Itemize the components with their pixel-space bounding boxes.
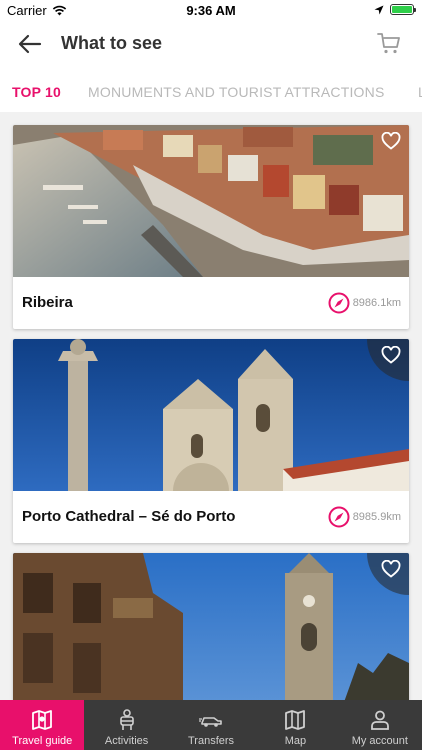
back-arrow-icon [18,34,42,54]
distance-label: 8986.1km [352,297,401,309]
attraction-card-porto-cathedral[interactable]: Porto Cathedral – Sé do Porto 8985.9km [13,339,409,543]
header: What to see [0,22,422,66]
tab-next-partial[interactable]: L [418,84,422,100]
cart-icon [377,33,400,54]
card-image [13,125,409,277]
ribeira-photo [13,125,409,277]
battery-icon [390,4,416,15]
cart-button[interactable] [376,30,404,58]
nav-my-account[interactable]: My account [338,700,422,750]
compass-icon [328,292,350,314]
card-image [13,339,409,491]
nav-label: Transfers [187,735,235,747]
map-guide-icon [32,710,53,730]
location-arrow-icon [374,5,384,14]
card-image [13,553,409,700]
activities-icon [119,709,134,730]
car-icon [199,717,222,727]
card-body: Porto Cathedral – Sé do Porto 8985.9km [13,491,409,543]
nav-label: Travel guide [12,735,73,747]
page-title: What to see [61,33,163,53]
nav-travel-guide[interactable]: Travel guide [0,700,85,750]
attraction-title: Porto Cathedral – Sé do Porto [22,508,236,525]
attraction-card-ribeira[interactable]: Ribeira 8986.1km [13,125,409,329]
attraction-title: Ribeira [22,294,73,311]
heart-icon [381,346,401,364]
status-bar: Carrier 9:36 AM [0,0,422,22]
nav-activities[interactable]: Activities [84,700,168,750]
nav-label: Map [284,735,307,747]
tab-monuments[interactable]: MONUMENTS AND TOURIST ATTRACTIONS [88,84,384,100]
nav-transfers[interactable]: Transfers [169,700,253,750]
nav-map[interactable]: Map [253,700,337,750]
tab-top-10[interactable]: TOP 10 [12,84,61,100]
nav-label: Activities [104,735,149,747]
map-icon [285,710,306,730]
attraction-list[interactable]: Ribeira 8986.1km Porto Cathedral – Sé do… [0,112,422,700]
category-tabs: TOP 10 MONUMENTS AND TOURIST ATTRACTIONS… [0,72,422,112]
user-icon [370,710,389,730]
heart-icon [381,132,401,150]
cathedral-photo [13,339,409,491]
attraction-card-third[interactable] [13,553,409,700]
distance-label: 8985.9km [352,511,401,523]
status-right [374,4,416,15]
nav-label: My account [351,735,408,747]
bottom-nav: Travel guide Activities Transfers Map My… [0,700,422,750]
distance-info: 8986.1km [328,292,401,314]
back-button[interactable] [14,30,46,58]
distance-info: 8985.9km [328,506,401,528]
card-body: Ribeira 8986.1km [13,277,409,329]
status-time: 9:36 AM [186,3,236,18]
clerigos-photo [13,553,409,700]
heart-icon [381,560,401,578]
compass-icon [328,506,350,528]
battery-level [392,6,412,13]
